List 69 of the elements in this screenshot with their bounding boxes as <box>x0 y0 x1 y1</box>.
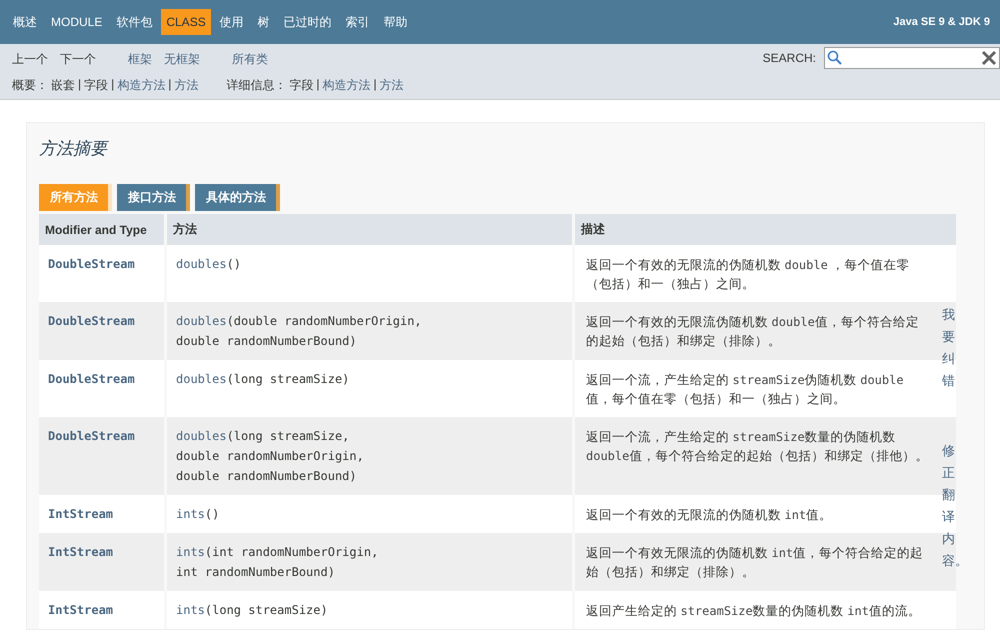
description-text: 返回一个有效无限流的伪随机数 int值，每个符合给定的起始（包括）和绑定（排除）。 <box>586 545 924 581</box>
column-header: 描述 <box>575 214 956 245</box>
method-link[interactable]: doubles <box>176 314 227 328</box>
method-signature: doubles(long streamSize) <box>176 371 350 388</box>
separator: | <box>374 77 377 93</box>
method-signature: doubles() <box>176 256 242 273</box>
nav-link[interactable]: 方法 <box>380 77 404 94</box>
nav-link[interactable]: 框架 <box>128 50 152 68</box>
separator: | <box>168 77 172 93</box>
description-text: 返回一个流，产生给定的 streamSize伪随机数 double 值，每个值在零（包括）和一（独占）之间。 <box>586 372 905 408</box>
nav-text: 下一个 <box>60 50 96 68</box>
separator: | <box>78 77 82 93</box>
method-link[interactable]: doubles <box>176 257 227 271</box>
nav-text: 上一个 <box>12 50 48 68</box>
nav-tab[interactable]: CLASS <box>161 9 211 35</box>
nav-text: 字段 <box>289 77 314 94</box>
description-text: 返回一个有效的无限流的伪随机数 int值。 <box>586 507 834 524</box>
nav-tab[interactable]: 使用 <box>214 8 249 36</box>
filter-tab[interactable]: 具体的方法 <box>195 184 280 211</box>
nav-tab[interactable]: MODULE <box>46 9 108 35</box>
fix-translation-link[interactable]: 修正翻译内容。 <box>942 440 959 573</box>
separator: | <box>316 77 320 93</box>
separator: | <box>111 77 114 93</box>
nav-tab[interactable]: 软件包 <box>111 8 158 36</box>
type-link[interactable]: IntStream <box>48 507 114 521</box>
method-link[interactable]: ints <box>176 603 205 617</box>
method-link[interactable]: doubles <box>176 372 227 386</box>
clear-icon[interactable] <box>981 50 997 66</box>
nav-tab[interactable]: 帮助 <box>378 8 413 36</box>
nav-link[interactable]: 构造方法 <box>117 77 166 94</box>
nav-link[interactable]: 无框架 <box>164 50 200 68</box>
detail-label: 详细信息： <box>226 77 286 94</box>
report-error-link[interactable]: 我要纠错 <box>942 304 959 392</box>
method-signature: ints(long streamSize) <box>176 602 329 619</box>
description-text: 返回一个有效的无限流的伪随机数 double ，每个值在零（包括）和一（独占）之间。 <box>586 257 910 293</box>
summary-label: 概要： <box>12 77 48 94</box>
filter-tab[interactable]: 接口方法 <box>117 184 190 211</box>
method-link[interactable]: doubles <box>176 429 227 443</box>
method-signature: ints(int randomNumberOrigin, int randomNumberBound) <box>176 544 380 581</box>
nav-text: 字段 <box>84 77 108 94</box>
type-link[interactable]: DoubleStream <box>48 314 135 328</box>
nav-link[interactable]: 所有类 <box>232 50 268 68</box>
description-text: 返回一个流，产生给定的 streamSize数量的伪随机数 double值，每个符合给定的起始（包括）和绑定（排他）。 <box>586 429 930 465</box>
column-header: Modifier and Type <box>39 214 164 245</box>
description-text: 返回产生给定的 streamSize数量的伪随机数 int值的流。 <box>586 603 922 620</box>
type-link[interactable]: DoubleStream <box>48 429 135 443</box>
section-title: 方法摘要 <box>39 138 110 160</box>
search-label: SEARCH: <box>762 51 816 65</box>
method-signature: doubles(double randomNumberOrigin, double randomNumberBound) <box>176 313 423 350</box>
product-label: Java SE 9 & JDK 9 <box>893 16 990 28</box>
nav-tab[interactable]: 概述 <box>8 8 42 36</box>
method-link[interactable]: ints <box>176 545 205 559</box>
nav-tab[interactable]: 已过时的 <box>278 8 337 36</box>
nav-link[interactable]: 构造方法 <box>322 77 370 94</box>
type-link[interactable]: DoubleStream <box>48 257 135 271</box>
description-text: 返回一个有效的无限流伪随机数 double值，每个符合给定的起始（包括）和绑定（排除）。 <box>586 314 920 350</box>
type-link[interactable]: IntStream <box>48 603 114 617</box>
method-signature: doubles(long streamSize, double randomNumberOrigin, double randomNumberBound) <box>176 428 365 485</box>
search-icon <box>827 50 843 66</box>
type-link[interactable]: IntStream <box>48 545 114 559</box>
nav-link[interactable]: 方法 <box>174 77 198 94</box>
nav-tab[interactable]: 树 <box>252 8 275 36</box>
column-header: 方法 <box>167 214 572 245</box>
method-signature: ints() <box>176 506 220 523</box>
method-link[interactable]: ints <box>176 507 205 521</box>
search-field[interactable] <box>824 47 1000 69</box>
type-link[interactable]: DoubleStream <box>48 372 135 386</box>
nav-text: 嵌套 <box>51 77 75 94</box>
nav-tab[interactable]: 索引 <box>340 8 375 36</box>
